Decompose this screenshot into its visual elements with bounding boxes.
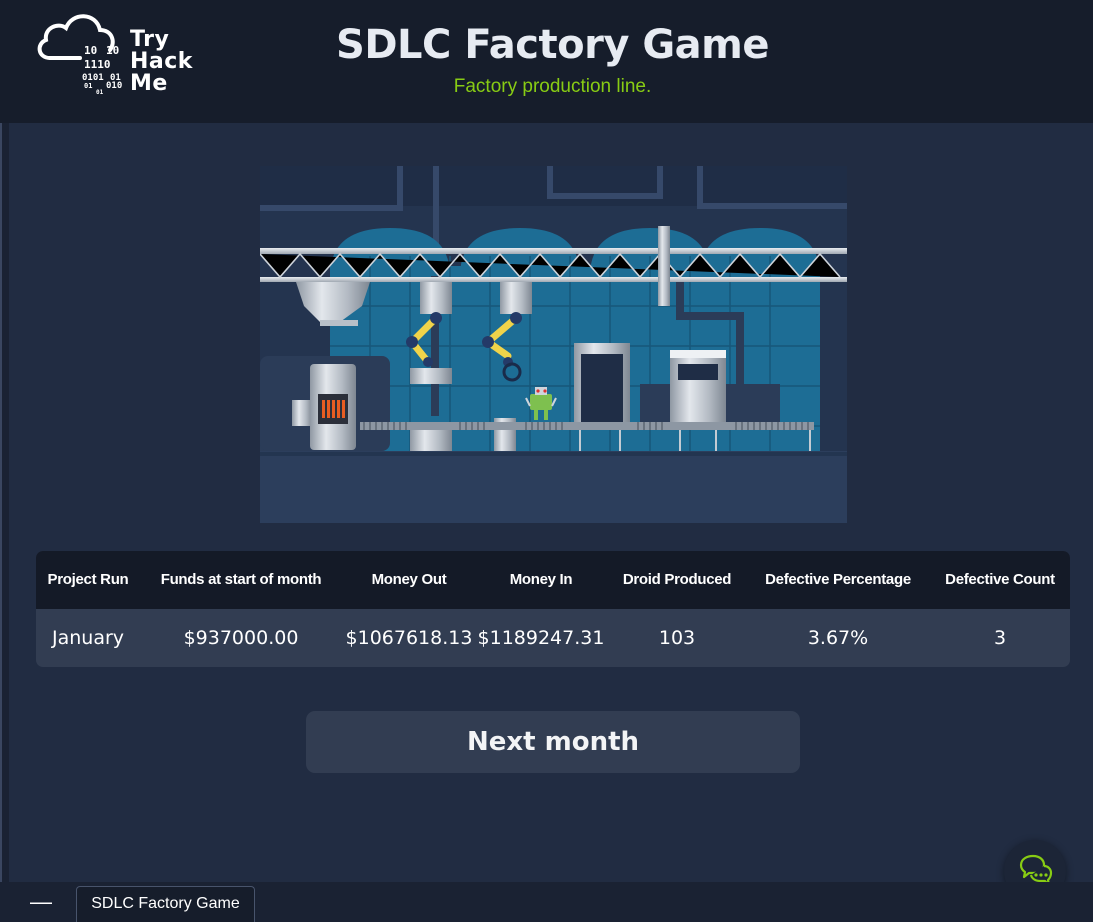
minimize-icon[interactable]: —	[30, 882, 52, 922]
header-funds-start: Funds at start of month	[160, 571, 322, 588]
page-subtitle: Factory production line.	[453, 76, 652, 97]
value-defective-percentage: 3.67%	[807, 627, 869, 649]
page-header: 10 10 1110 0101 01 01 010 01 Try Hack Me…	[0, 0, 1093, 123]
value-funds-start: $937000.00	[183, 627, 299, 649]
value-droid-produced: 103	[658, 627, 696, 649]
next-month-button[interactable]: Next month	[306, 711, 800, 773]
window-tab-sdlc-factory-game[interactable]: SDLC Factory Game	[76, 886, 255, 922]
window-taskbar: — SDLC Factory Game	[0, 882, 1093, 922]
left-edge	[0, 0, 9, 882]
value-money-out: $1067618.13	[345, 627, 473, 649]
left-edge-line	[0, 0, 2, 882]
page-title: SDLC Factory Game	[336, 22, 769, 68]
value-project-run: January	[51, 627, 125, 649]
value-money-in: $1189247.31	[477, 627, 605, 649]
factory-scene-graphic	[259, 166, 847, 523]
header-droid-produced: Droid Produced	[622, 571, 732, 588]
header-defective-count: Defective Count	[945, 571, 1055, 588]
header-money-out: Money Out	[371, 571, 447, 588]
factory-production-line-illustration	[259, 166, 847, 523]
header-project-run: Project Run	[47, 571, 129, 588]
header-money-in: Money In	[509, 571, 573, 588]
production-stats-table: Project Run Funds at start of month Mone…	[36, 551, 1070, 667]
value-defective-count: 3	[993, 627, 1007, 649]
header-defective-percentage: Defective Percentage	[765, 571, 911, 588]
